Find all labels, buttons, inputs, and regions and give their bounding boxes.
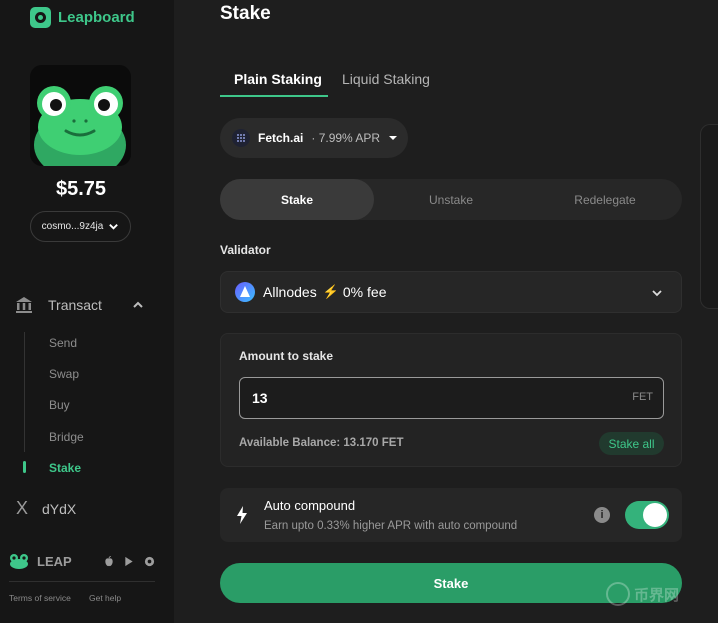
chevron-up-icon <box>133 301 143 308</box>
auto-compound-toggle[interactable] <box>625 501 669 529</box>
stake-action-segmented-control: Stake Unstake Redelegate <box>220 179 682 220</box>
validator-selector[interactable]: Allnodes ⚡ 0% fee <box>220 271 682 313</box>
fetch-ai-icon <box>232 129 250 147</box>
sidebar-item-bridge[interactable]: Bridge <box>49 430 84 444</box>
available-balance: Available Balance: 13.170 FET <box>239 437 404 449</box>
segment-unstake[interactable]: Unstake <box>374 179 528 220</box>
segment-redelegate[interactable]: Redelegate <box>528 179 682 220</box>
sidebar: Leapboard $5.75 cosmo...9z4ja Transact S… <box>0 0 174 623</box>
nav-section-transact[interactable]: Transact <box>14 294 144 316</box>
amount-label: Amount to stake <box>239 349 334 363</box>
dydx-icon: X <box>16 498 29 518</box>
amount-unit: FET <box>632 391 653 403</box>
brand-logo[interactable]: Leapboard <box>30 7 135 28</box>
nav-section-label: Transact <box>48 297 102 313</box>
leap-label: LEAP <box>37 553 72 569</box>
validator-name: Allnodes <box>263 284 317 300</box>
allnodes-logo-icon <box>235 282 255 302</box>
chevron-down-icon <box>109 224 119 230</box>
sidebar-item-send[interactable]: Send <box>49 336 77 350</box>
wallet-address: cosmo...9z4ja <box>41 221 104 232</box>
leap-app-row: LEAP <box>9 551 155 571</box>
toggle-knob <box>643 503 667 527</box>
segment-stake[interactable]: Stake <box>220 179 374 220</box>
side-panel-edge <box>700 124 718 309</box>
sidebar-item-dydx-label: dYdX <box>42 500 77 517</box>
validator-fee: 0% fee <box>342 284 387 300</box>
lightning-bolt-icon <box>237 506 247 524</box>
chain-apr: · 7.99% APR <box>311 131 381 145</box>
watermark-text: 币界网 <box>634 586 680 604</box>
page-title: Stake <box>220 3 271 24</box>
apple-icon[interactable] <box>104 555 114 567</box>
validator-label: Validator <box>220 243 271 257</box>
leap-logo-icon <box>30 7 51 28</box>
get-help-link[interactable]: Get help <box>89 593 121 603</box>
watermark-logo-icon <box>606 582 630 606</box>
chevron-down-icon <box>652 290 662 297</box>
sidebar-item-swap[interactable]: Swap <box>49 367 79 381</box>
amount-card: Amount to stake FET Available Balance: 1… <box>220 333 682 467</box>
lightning-icon: ⚡ <box>322 284 339 299</box>
stake-all-button[interactable]: Stake all <box>599 432 664 455</box>
watermark: 币界网 <box>606 582 679 606</box>
auto-compound-card: Auto compound Earn upto 0.33% higher APR… <box>220 488 682 542</box>
nav-tree-line <box>24 332 25 452</box>
avatar <box>30 65 131 166</box>
amount-input[interactable] <box>239 377 664 419</box>
active-item-indicator <box>23 461 26 473</box>
sidebar-item-stake[interactable]: Stake <box>49 461 81 475</box>
wallet-address-dropdown[interactable]: cosmo...9z4ja <box>30 211 131 242</box>
auto-compound-title: Auto compound <box>264 498 356 513</box>
active-tab-underline <box>220 95 328 97</box>
sidebar-item-dydx[interactable]: X dYdX <box>16 498 76 519</box>
bank-icon <box>16 297 32 313</box>
frog-avatar-icon <box>30 65 131 166</box>
chain-name: Fetch.ai <box>258 131 304 145</box>
play-store-icon[interactable] <box>124 556 134 567</box>
caret-down-icon <box>389 136 398 140</box>
chain-selector[interactable]: Fetch.ai · 7.99% APR <box>220 118 408 158</box>
tab-liquid-staking[interactable]: Liquid Staking <box>342 71 430 87</box>
wallet-balance: $5.75 <box>55 178 107 200</box>
sidebar-footer-divider <box>9 581 155 582</box>
terms-of-service-link[interactable]: Terms of service <box>9 593 71 603</box>
tab-plain-staking[interactable]: Plain Staking <box>234 71 322 87</box>
brand-name: Leapboard <box>58 9 135 26</box>
leap-frog-icon <box>10 554 28 569</box>
chrome-icon[interactable] <box>144 556 155 567</box>
info-icon[interactable]: i <box>594 507 610 523</box>
sidebar-item-buy[interactable]: Buy <box>49 398 70 412</box>
auto-compound-subtitle: Earn upto 0.33% higher APR with auto com… <box>264 520 518 532</box>
main-content: Stake Plain Staking Liquid Staking Fetch… <box>174 0 718 623</box>
